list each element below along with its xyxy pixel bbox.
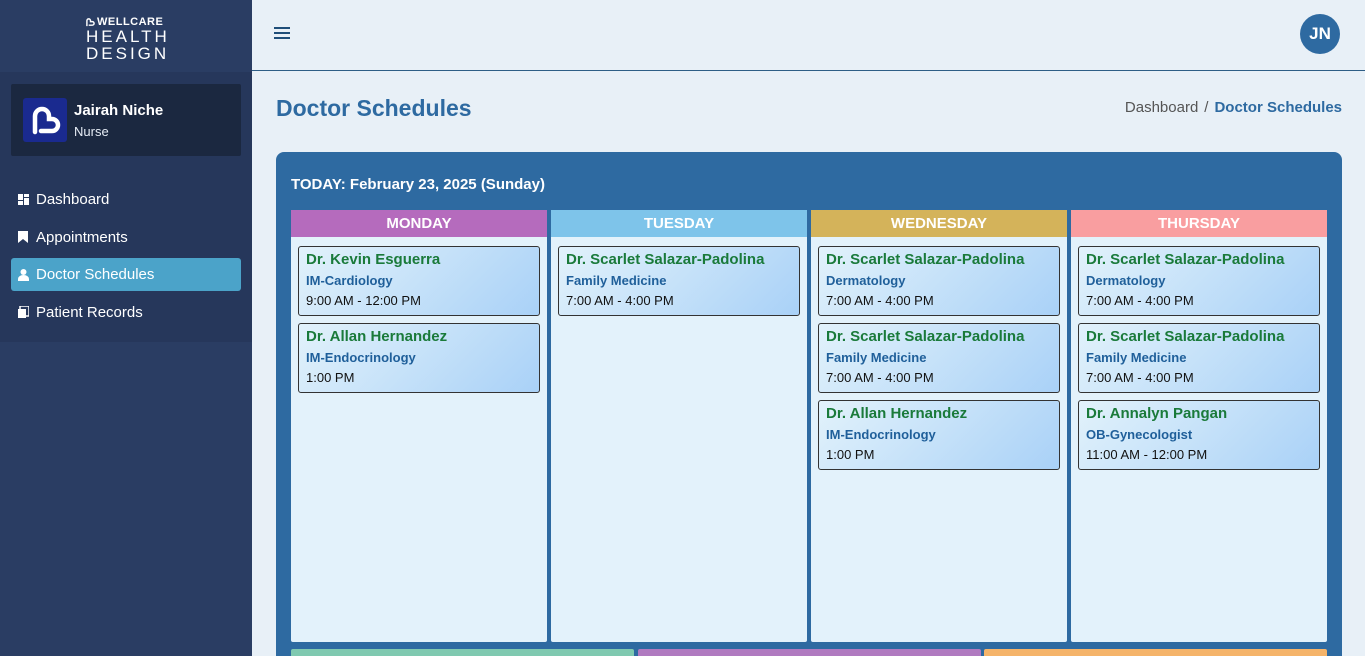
schedule-card[interactable]: Dr. Scarlet Salazar-Padolina Family Medi… (1078, 323, 1320, 393)
schedule-time: 1:00 PM (826, 447, 875, 462)
day-header: THURSDAY (1071, 210, 1327, 237)
records-icon (17, 306, 29, 318)
menu-toggle-icon[interactable] (274, 27, 290, 41)
sidebar-item-appointments[interactable]: Appointments (11, 221, 241, 254)
sidebar-item-dashboard[interactable]: Dashboard (11, 183, 241, 216)
sidebar-nav: Dashboard Appointments Doctor Schedules … (11, 183, 241, 333)
page-title: Doctor Schedules (276, 95, 472, 121)
schedule-time: 7:00 AM - 4:00 PM (1086, 370, 1194, 385)
user-role: Nurse (74, 123, 109, 139)
specialty: IM-Cardiology (306, 273, 393, 288)
brand-logo[interactable]: WELLCARE HEALTH DESIGN (86, 16, 168, 64)
schedule-card[interactable]: Dr. Annalyn Pangan OB-Gynecologist 11:00… (1078, 400, 1320, 470)
schedule-time: 1:00 PM (306, 370, 355, 385)
breadcrumb-current: Doctor Schedules (1214, 99, 1342, 116)
day-header: MONDAY (291, 210, 547, 237)
sidebar-item-label: Dashboard (36, 191, 110, 208)
day-header: TUESDAY (551, 210, 807, 237)
doctor-name: Dr. Scarlet Salazar-Padolina (1086, 328, 1285, 345)
sidebar-item-patient-records[interactable]: Patient Records (11, 296, 241, 329)
breadcrumb: Dashboard / Doctor Schedules (1125, 99, 1342, 116)
bookmark-icon (17, 231, 29, 243)
brand-mark-icon (86, 17, 95, 26)
today-label: TODAY: February 23, 2025 (Sunday) (291, 176, 545, 193)
sidebar-item-label: Appointments (36, 228, 128, 246)
user-avatar-button[interactable]: JN (1300, 14, 1340, 54)
schedule-card[interactable]: Dr. Scarlet Salazar-Padolina Dermatology… (1078, 246, 1320, 316)
sidebar-item-label: Patient Records (36, 303, 143, 321)
doctor-name: Dr. Annalyn Pangan (1086, 405, 1228, 422)
top-bar: JN (252, 0, 1365, 71)
specialty: OB-Gynecologist (1086, 427, 1193, 442)
health-logo-icon (32, 106, 61, 135)
schedule-card[interactable]: Dr. Scarlet Salazar-Padolina Family Medi… (558, 246, 800, 316)
sidebar-item-doctor-schedules[interactable]: Doctor Schedules (11, 258, 241, 291)
doctor-name: Dr. Scarlet Salazar-Padolina (826, 251, 1025, 268)
day-column-thursday: THURSDAY Dr. Scarlet Salazar-Padolina De… (1071, 210, 1327, 642)
user-avatar-logo (23, 98, 67, 142)
day-header-strip-saturday (638, 649, 981, 656)
schedule-card[interactable]: Dr. Scarlet Salazar-Padolina Family Medi… (818, 323, 1060, 393)
day-header-strip-friday (291, 649, 634, 656)
sidebar: WELLCARE HEALTH DESIGN Jairah Niche Nurs… (0, 0, 252, 656)
schedule-card[interactable]: Dr. Allan Hernandez IM-Endocrinology 1:0… (298, 323, 540, 393)
schedule-panel: TODAY: February 23, 2025 (Sunday) MONDAY… (276, 152, 1342, 656)
breadcrumb-home-link[interactable]: Dashboard (1125, 99, 1198, 116)
specialty: Family Medicine (1086, 350, 1187, 365)
brand-line-1: HEALTH (86, 27, 170, 46)
user-card: Jairah Niche Nurse (11, 84, 241, 156)
doctor-icon (17, 268, 29, 281)
doctor-name: Dr. Kevin Esguerra (306, 251, 441, 268)
schedule-time: 7:00 AM - 4:00 PM (1086, 293, 1194, 308)
schedule-time: 7:00 AM - 4:00 PM (826, 293, 934, 308)
day-column-tuesday: TUESDAY Dr. Scarlet Salazar-Padolina Fam… (551, 210, 807, 642)
specialty: IM-Endocrinology (826, 427, 936, 442)
schedule-time: 7:00 AM - 4:00 PM (566, 293, 674, 308)
doctor-name: Dr. Allan Hernandez (826, 405, 968, 422)
schedule-time: 11:00 AM - 12:00 PM (1086, 447, 1208, 462)
schedule-card[interactable]: Dr. Scarlet Salazar-Padolina Dermatology… (818, 246, 1060, 316)
doctor-name: Dr. Scarlet Salazar-Padolina (566, 251, 765, 268)
dashboard-icon (17, 194, 29, 206)
day-column-monday: MONDAY Dr. Kevin Esguerra IM-Cardiology … (291, 210, 547, 642)
schedule-time: 9:00 AM - 12:00 PM (306, 293, 421, 308)
sidebar-item-label: Doctor Schedules (36, 266, 155, 283)
day-header-strip-sunday (984, 649, 1327, 656)
specialty: IM-Endocrinology (306, 350, 416, 365)
specialty: Dermatology (826, 273, 906, 288)
schedule-card[interactable]: Dr. Kevin Esguerra IM-Cardiology 9:00 AM… (298, 246, 540, 316)
user-name: Jairah Niche (74, 101, 164, 119)
day-header: WEDNESDAY (811, 210, 1067, 237)
specialty: Family Medicine (566, 273, 667, 288)
breadcrumb-separator: / (1204, 99, 1209, 116)
schedule-time: 7:00 AM - 4:00 PM (826, 370, 934, 385)
doctor-name: Dr. Scarlet Salazar-Padolina (826, 328, 1025, 345)
specialty: Dermatology (1086, 273, 1166, 288)
doctor-name: Dr. Scarlet Salazar-Padolina (1086, 251, 1285, 268)
day-column-wednesday: WEDNESDAY Dr. Scarlet Salazar-Padolina D… (811, 210, 1067, 642)
schedule-card[interactable]: Dr. Allan Hernandez IM-Endocrinology 1:0… (818, 400, 1060, 470)
specialty: Family Medicine (826, 350, 927, 365)
doctor-name: Dr. Allan Hernandez (306, 328, 448, 345)
brand-line-2: DESIGN (86, 44, 170, 63)
